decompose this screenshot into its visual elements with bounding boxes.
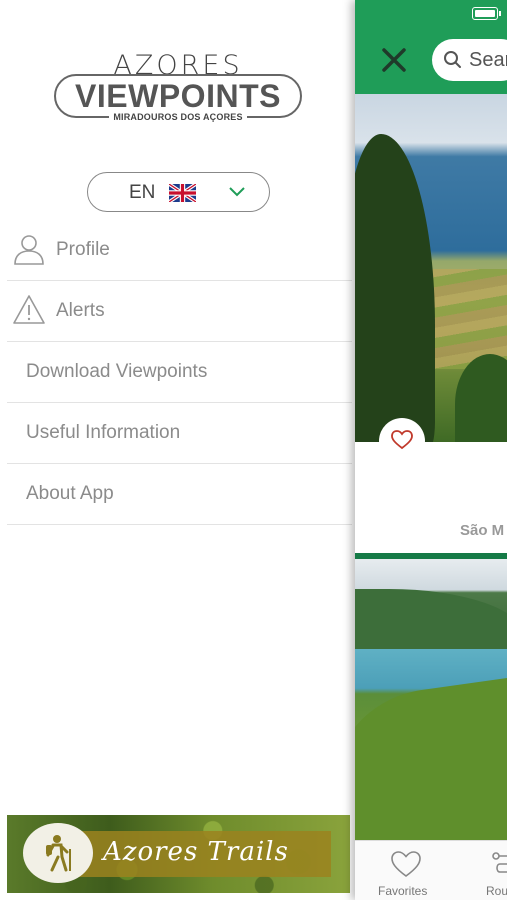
menu-item-label: About App	[26, 483, 114, 504]
menu-item-alerts[interactable]: Alerts	[7, 281, 352, 342]
hiker-icon	[46, 835, 71, 872]
heart-icon	[391, 430, 413, 450]
favorite-button[interactable]	[379, 418, 425, 464]
viewpoint-card[interactable]: São M	[355, 442, 507, 554]
search-placeholder: Search	[469, 49, 507, 71]
viewpoint-photo[interactable]	[355, 559, 507, 840]
tab-label: Favorites	[378, 884, 428, 898]
uk-flag-icon	[169, 184, 196, 202]
language-selector[interactable]: EN	[87, 172, 270, 212]
menu-item-label: Alerts	[56, 300, 105, 321]
chevron-down-icon	[229, 187, 245, 197]
battery-icon	[472, 7, 501, 20]
azores-trails-banner[interactable]: Azores Trails	[7, 815, 350, 893]
heart-icon	[391, 851, 421, 877]
app-logo: AZORES VIEWPOINTS MIRADOUROS DOS AÇORES	[52, 52, 304, 124]
tab-routes[interactable]: Rou	[455, 841, 507, 900]
menu-item-profile[interactable]: Profile	[7, 220, 352, 281]
tab-bar: Favorites Rou	[355, 840, 507, 900]
banner-title: Azores Trails	[103, 837, 289, 867]
photo-hill	[355, 589, 507, 649]
user-icon	[14, 235, 44, 265]
language-code: EN	[129, 182, 156, 203]
card-place-label: São M	[460, 522, 505, 539]
tab-favorites[interactable]: Favorites	[355, 841, 455, 900]
viewpoint-photo[interactable]	[355, 94, 507, 442]
menu-item-label: Useful Information	[26, 422, 181, 443]
drawer-menu: Profile Alerts Download Viewpoints Usefu…	[7, 220, 352, 525]
navigation-drawer: AZORES VIEWPOINTS MIRADOUROS DOS AÇORES …	[0, 0, 355, 900]
route-icon	[492, 852, 507, 873]
menu-item-useful-information[interactable]: Useful Information	[7, 403, 352, 464]
warning-icon	[13, 295, 45, 324]
logo-main-text: VIEWPOINTS	[75, 78, 281, 114]
photo-slope	[355, 675, 507, 840]
search-icon	[444, 51, 461, 68]
menu-item-about-app[interactable]: About App	[7, 464, 352, 525]
top-bar: Search	[355, 0, 507, 94]
menu-item-label: Download Viewpoints	[26, 361, 208, 382]
main-app-view: Search São M Favorites	[355, 0, 507, 900]
menu-item-download-viewpoints[interactable]: Download Viewpoints	[7, 342, 352, 403]
photo-tree	[355, 134, 435, 442]
close-icon[interactable]	[381, 47, 407, 73]
menu-item-label: Profile	[56, 239, 110, 260]
logo-subtitle: MIRADOUROS DOS AÇORES	[52, 112, 304, 122]
tab-label: Rou	[486, 884, 507, 898]
search-input[interactable]: Search	[432, 39, 507, 81]
